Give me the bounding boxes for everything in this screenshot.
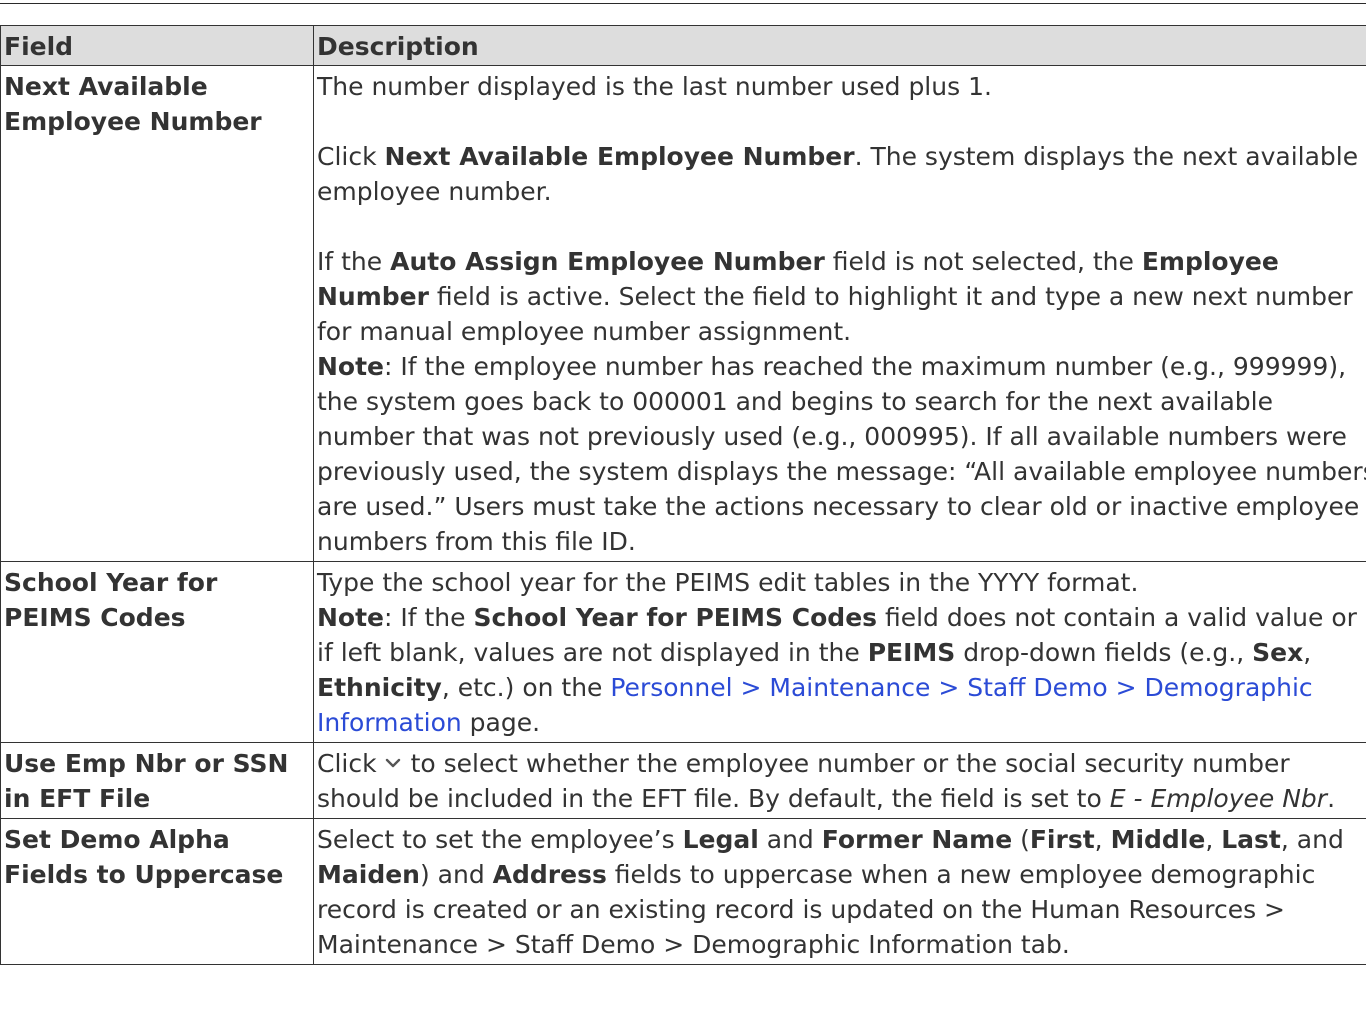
- bold-text: Address: [492, 860, 607, 889]
- table-row: School Year for PEIMS Codes Type the sch…: [0, 561, 1366, 743]
- text: (: [1012, 825, 1030, 854]
- text: field is not selected, the: [824, 247, 1142, 276]
- text: page.: [461, 708, 541, 737]
- bold-text: First: [1029, 825, 1095, 854]
- text: .: [1327, 784, 1336, 813]
- field-description: Select to set the employee’s Legal and F…: [313, 818, 1366, 965]
- bold-text: Ethnicity: [317, 673, 442, 702]
- description-paragraph: The number displayed is the last number …: [317, 72, 992, 101]
- bold-text: Middle: [1110, 825, 1206, 854]
- bold-text: Last: [1221, 825, 1281, 854]
- text: ,: [1094, 825, 1111, 854]
- field-name-school-year-for-peims-codes: School Year for PEIMS Codes: [0, 561, 314, 743]
- bold-text: Legal: [682, 825, 759, 854]
- note-label: Note: [317, 352, 385, 381]
- chevron-down-icon: [381, 747, 405, 768]
- text: If the: [317, 247, 391, 276]
- text: drop-down fields (e.g.,: [955, 638, 1253, 667]
- text: : If the: [384, 603, 474, 632]
- description-paragraph: Click Next Available Employee Number. Th…: [317, 139, 1366, 209]
- text: ) and: [419, 860, 493, 889]
- field-description: Click to select whether the employee numb…: [313, 742, 1366, 819]
- table-header-row: Field Description: [0, 25, 1366, 66]
- text: Click: [317, 749, 377, 778]
- note-paragraph: Note: If the employee number has reached…: [317, 349, 1366, 559]
- bold-text: Sex: [1252, 638, 1304, 667]
- column-header-field: Field: [0, 25, 314, 66]
- bold-text: Auto Assign Employee Number: [390, 247, 825, 276]
- text: , and: [1280, 825, 1344, 854]
- text: , etc.) on the: [441, 673, 611, 702]
- bold-text: Former Name: [821, 825, 1013, 854]
- text: and: [758, 825, 822, 854]
- italic-text: E - Employee Nbr: [1109, 784, 1328, 813]
- field-name-set-demo-alpha-fields-to-uppercase: Set Demo Alpha Fields to Uppercase: [0, 818, 314, 965]
- description-paragraph: If the Auto Assign Employee Number field…: [317, 244, 1366, 349]
- table-row: Use Emp Nbr or SSN in EFT File Click to s…: [0, 742, 1366, 819]
- text: ,: [1303, 638, 1312, 667]
- column-header-description: Description: [313, 25, 1366, 66]
- table-row: Set Demo Alpha Fields to Uppercase Selec…: [0, 818, 1366, 965]
- field-description: The number displayed is the last number …: [313, 65, 1366, 562]
- description-paragraph: Type the school year for the PEIMS edit …: [317, 568, 1139, 597]
- field-name-next-available-employee-number: Next Available Employee Number: [0, 65, 314, 562]
- note-paragraph: Note: If the School Year for PEIMS Codes…: [317, 600, 1366, 740]
- description-paragraph: Select to set the employee’s Legal and F…: [317, 822, 1366, 962]
- bold-text: School Year for PEIMS Codes: [473, 603, 878, 632]
- bold-text: Maiden: [317, 860, 420, 889]
- top-rule: [0, 3, 1366, 4]
- bold-text: Next Available Employee Number: [384, 142, 855, 171]
- text: Click: [317, 142, 385, 171]
- description-paragraph: Click to select whether the employee numb…: [317, 746, 1366, 816]
- fields-table: Field Description Next Available Employe…: [0, 25, 1366, 965]
- text: field is active. Select the field to hig…: [317, 282, 1353, 346]
- field-description: Type the school year for the PEIMS edit …: [313, 561, 1366, 743]
- field-name-use-emp-nbr-or-ssn: Use Emp Nbr or SSN in EFT File: [0, 742, 314, 819]
- text: Select to set the employee’s: [317, 825, 683, 854]
- text: : If the employee number has reached the…: [317, 352, 1366, 556]
- table-row: Next Available Employee Number The numbe…: [0, 65, 1366, 562]
- text: ,: [1205, 825, 1222, 854]
- bold-text: PEIMS: [867, 638, 956, 667]
- note-label: Note: [317, 603, 385, 632]
